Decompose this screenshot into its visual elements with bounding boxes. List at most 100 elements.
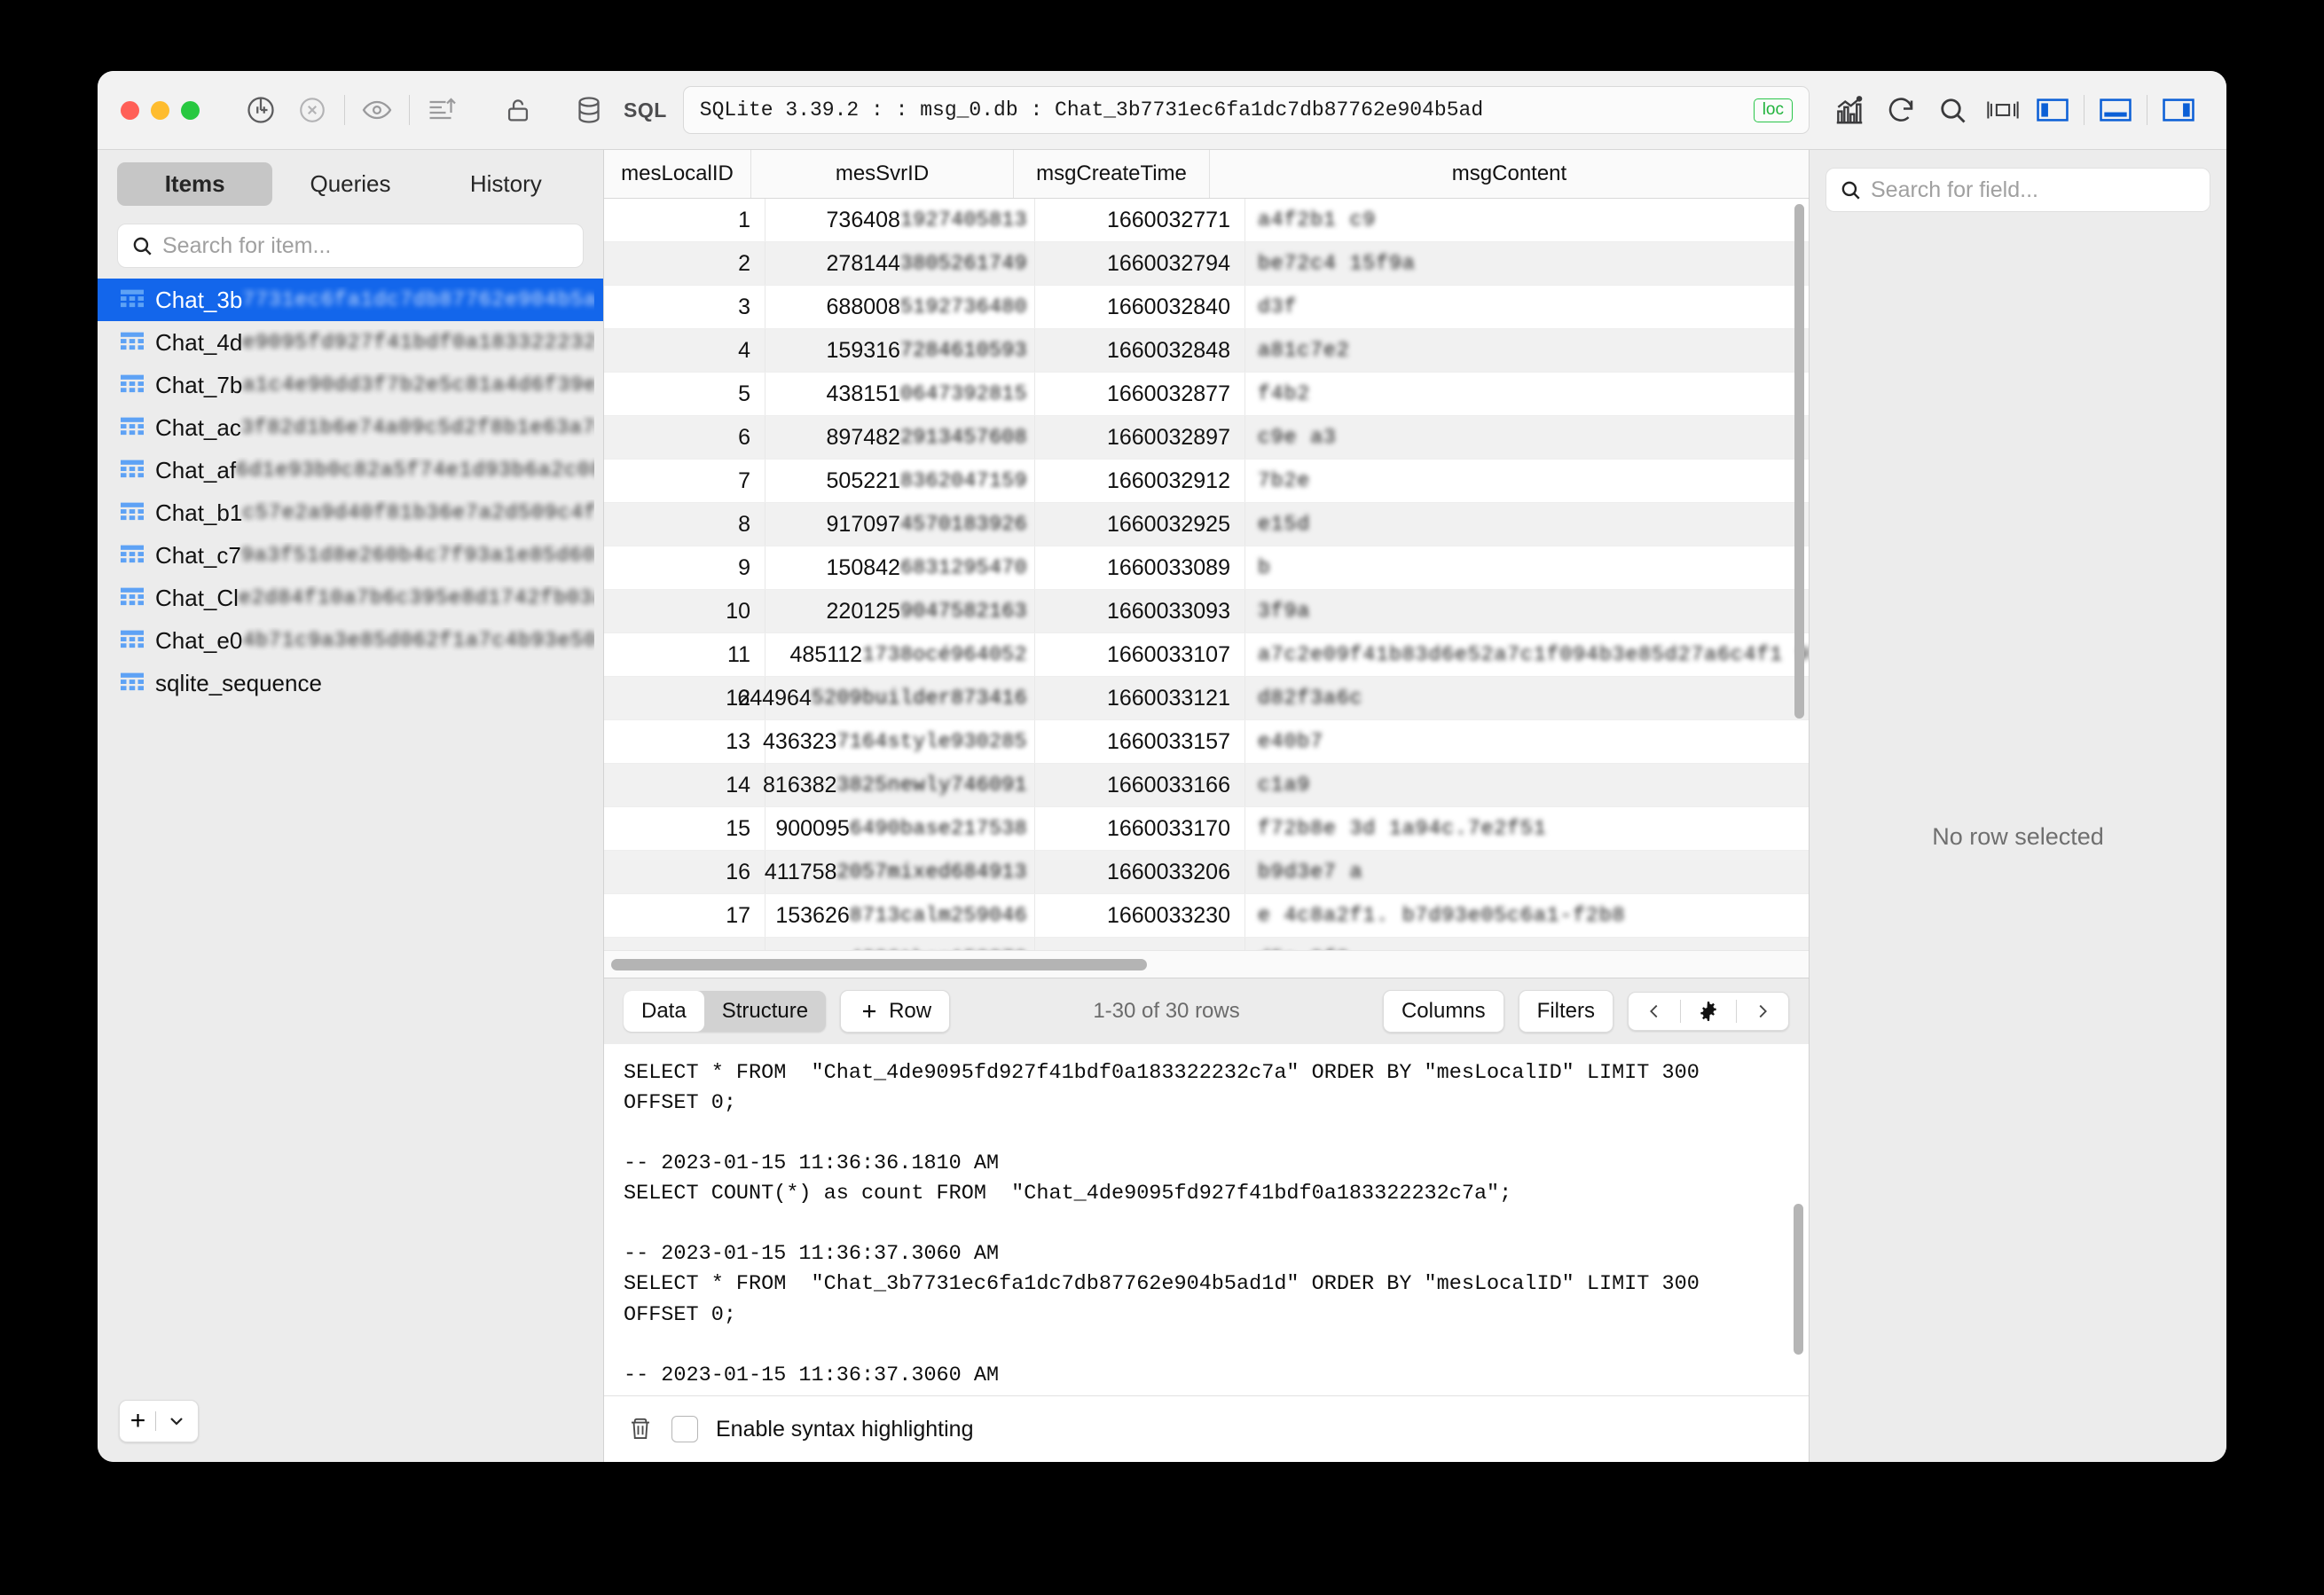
sql-label[interactable]: SQL — [624, 98, 667, 122]
cell-msgcontent[interactable]: e 4c8a2f1. b7d93e05c6a1-f2b8 — [1245, 894, 1809, 937]
cell-messvrid[interactable]: 4363237164style930285 — [766, 720, 1035, 763]
cell-msgcontent[interactable]: d3f — [1245, 286, 1809, 328]
cell-meslocalid[interactable]: 16 — [604, 851, 766, 893]
list-item[interactable]: sqlite_sequence — [98, 662, 603, 704]
table-row[interactable]: 368800851927364801660032840d3f — [604, 286, 1809, 329]
cell-messvrid[interactable]: 4117582057mixed684913 — [766, 851, 1035, 893]
cell-msgcontent[interactable]: e40b7 — [1245, 720, 1809, 763]
cell-msgcreatetime[interactable]: 1660033121 — [1035, 677, 1245, 719]
list-item[interactable]: Chat_4de9095fd927f41bdf0a183322232c7a — [98, 321, 603, 364]
sort-ascending-icon[interactable] — [416, 84, 467, 136]
minimize-button[interactable] — [151, 101, 169, 120]
cell-messvrid[interactable]: 1593167284610593 — [766, 329, 1035, 372]
cell-msgcreatetime[interactable]: 1660033157 — [1035, 720, 1245, 763]
grid-horizontal-scrollbar-thumb[interactable] — [611, 959, 1147, 970]
table-row[interactable]: 164117582057mixed6849131660033206b9d3e7 … — [604, 851, 1809, 894]
cell-messvrid[interactable]: 4381510647392815 — [766, 373, 1035, 415]
log-vertical-scrollbar[interactable] — [1794, 1204, 1803, 1355]
field-search-input[interactable]: Search for field... — [1825, 168, 2210, 212]
center-panel-icon[interactable] — [1978, 85, 2028, 135]
cell-msgcreatetime[interactable]: 1660033206 — [1035, 851, 1245, 893]
tab-items[interactable]: Items — [117, 162, 272, 206]
table-row[interactable]: 18870534296then1583701660033325d5a 2f9 — [604, 938, 1809, 950]
plug-icon[interactable] — [235, 84, 287, 136]
tab-history[interactable]: History — [428, 162, 584, 206]
list-item[interactable]: Chat_e04b71c9a3e85d062f1a7c4b93e508d2 — [98, 619, 603, 662]
column-header-msgcreatetime[interactable]: msgCreateTime — [1014, 150, 1210, 198]
cell-msgcontent[interactable]: b — [1245, 546, 1809, 589]
grid-settings-button[interactable] — [1681, 993, 1736, 1030]
cell-msgcreatetime[interactable]: 1660032912 — [1035, 460, 1245, 502]
cell-msgcreatetime[interactable]: 1660032877 — [1035, 373, 1245, 415]
cell-messvrid[interactable]: 5052218362047159 — [766, 460, 1035, 502]
table-row[interactable]: 173640819274058131660032771a4f2b1 c9 — [604, 199, 1809, 242]
cell-msgcontent[interactable]: a81c7e2 — [1245, 329, 1809, 372]
cell-msgcontent[interactable]: d5a 2f9 — [1245, 938, 1809, 950]
grid-horizontal-scrollbar[interactable] — [604, 950, 1809, 978]
sql-log-panel[interactable]: SELECT * FROM "Chat_4de9095fd927f41bdf0a… — [604, 1044, 1809, 1395]
item-search-input[interactable]: Search for item... — [117, 224, 584, 268]
close-button[interactable] — [121, 101, 139, 120]
left-panel-toggle-icon[interactable] — [2028, 85, 2077, 135]
cell-msgcontent[interactable]: c9e a3 — [1245, 416, 1809, 459]
add-row-button[interactable]: Row — [840, 990, 950, 1033]
eye-icon[interactable] — [351, 84, 403, 136]
cell-msgcreatetime[interactable]: 1660032840 — [1035, 286, 1245, 328]
cell-messvrid[interactable]: 9000956490base217538 — [766, 807, 1035, 850]
cell-meslocalid[interactable]: 17 — [604, 894, 766, 937]
table-row[interactable]: 543815106473928151660032877f4b2 — [604, 373, 1809, 416]
cell-messvrid[interactable]: 4851121738océ964052 — [766, 633, 1035, 676]
list-item[interactable]: Chat_3b7731ec6fa1dc7db87762e904b5ad1d — [98, 279, 603, 321]
cell-meslocalid[interactable]: 4 — [604, 329, 766, 372]
cell-meslocalid[interactable]: 2 — [604, 242, 766, 285]
list-item[interactable]: Chat_b1c57e2a9d40f81b36e7a2d509c4f1b8 — [98, 491, 603, 534]
table-row[interactable]: 915084268312954701660033089b — [604, 546, 1809, 590]
next-page-button[interactable] — [1737, 994, 1788, 1028]
search-icon[interactable] — [1927, 84, 1978, 136]
cell-messvrid[interactable]: 2781443805261749 — [766, 242, 1035, 285]
cell-messvrid[interactable]: 8974822913457608 — [766, 416, 1035, 459]
cell-messvrid[interactable]: 8163823825newly746091 — [766, 764, 1035, 806]
list-item[interactable]: Chat_Cle2d84f10a7b6c395e8d1742fb03a69 — [98, 577, 603, 619]
segment-structure[interactable]: Structure — [704, 991, 826, 1032]
cell-msgcontent[interactable]: a4f2b1 c9 — [1245, 199, 1809, 241]
connection-path-field[interactable]: SQLite 3.39.2 : : msg_0.db : Chat_3b7731… — [683, 86, 1810, 134]
column-header-msgcontent[interactable]: msgContent — [1210, 150, 1809, 198]
cell-meslocalid[interactable]: 8 — [604, 503, 766, 546]
cell-meslocalid[interactable]: 18 — [604, 938, 766, 950]
filters-button[interactable]: Filters — [1519, 990, 1613, 1033]
syntax-highlighting-checkbox[interactable] — [671, 1416, 698, 1442]
cell-msgcreatetime[interactable]: 1660033089 — [1035, 546, 1245, 589]
table-row[interactable]: 148163823825newly7460911660033166c1a9 — [604, 764, 1809, 807]
table-row[interactable]: 415931672846105931660032848a81c7e2 — [604, 329, 1809, 373]
bottom-panel-toggle-icon[interactable] — [2091, 85, 2140, 135]
previous-page-button[interactable] — [1629, 994, 1680, 1028]
list-item[interactable]: Chat_af6d1e93b0c82a5f74e1d93b6a2c087f — [98, 449, 603, 491]
cell-msgcontent[interactable]: f72b8e 3d 1a94c.7e2f51 — [1245, 807, 1809, 850]
cell-meslocalid[interactable]: 11 — [604, 633, 766, 676]
cell-meslocalid[interactable]: 15 — [604, 807, 766, 850]
cell-msgcreatetime[interactable]: 1660033093 — [1035, 590, 1245, 632]
refresh-icon[interactable] — [1875, 84, 1927, 136]
column-header-messvrid[interactable]: mesSvrID — [751, 150, 1014, 198]
table-row[interactable]: 114851121738océ9640521660033107a7c2e09f4… — [604, 633, 1809, 677]
cell-messvrid[interactable]: 1508426831295470 — [766, 546, 1035, 589]
cell-meslocalid[interactable]: 14 — [604, 764, 766, 806]
cell-msgcontent[interactable]: c1a9 — [1245, 764, 1809, 806]
list-item[interactable]: Chat_c79a3f51d8e260b4c7f93a1e85d602c4 — [98, 534, 603, 577]
columns-button[interactable]: Columns — [1383, 990, 1504, 1033]
table-row[interactable]: 227814438052617491660032794be72c4 15f9a — [604, 242, 1809, 286]
table-list[interactable]: Chat_3b7731ec6fa1dc7db87762e904b5ad1dCha… — [98, 279, 603, 1384]
cell-msgcontent[interactable]: a7c2e09f41b83d6e52a7c1f094b3e85d27a6c4f1… — [1245, 633, 1809, 676]
cell-meslocalid[interactable]: 7 — [604, 460, 766, 502]
cell-meslocalid[interactable]: 9 — [604, 546, 766, 589]
cell-messvrid[interactable]: 6880085192736480 — [766, 286, 1035, 328]
cell-meslocalid[interactable]: 10 — [604, 590, 766, 632]
cell-meslocalid[interactable]: 1 — [604, 199, 766, 241]
cell-msgcontent[interactable]: 7b2e — [1245, 460, 1809, 502]
cell-meslocalid[interactable]: 6 — [604, 416, 766, 459]
table-row[interactable]: 126449645209builder8734161660033121d82f3… — [604, 677, 1809, 720]
cell-msgcreatetime[interactable]: 1660032794 — [1035, 242, 1245, 285]
lock-icon[interactable] — [492, 84, 544, 136]
cell-meslocalid[interactable]: 13 — [604, 720, 766, 763]
